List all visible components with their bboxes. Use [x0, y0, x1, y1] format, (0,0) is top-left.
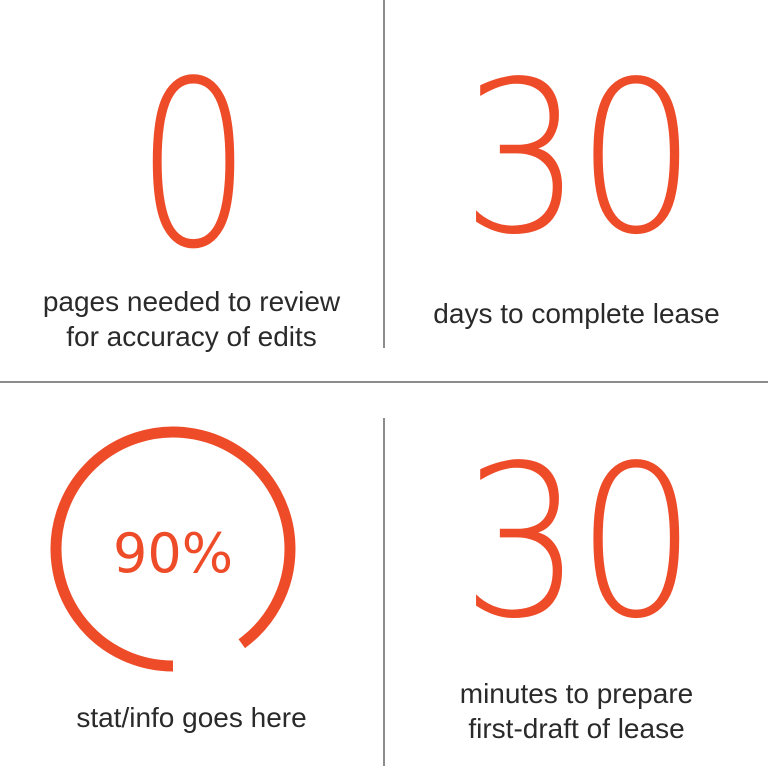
stat-4-caption-line-2: first-draft of lease [468, 713, 685, 744]
stat-1-caption-line-1: pages needed to review [42, 286, 341, 317]
horizontal-divider [0, 381, 768, 383]
stat-1-caption-line-2: for accuracy of edits [66, 321, 317, 352]
stat-4-caption: minutes to prepare first-draft of lease [385, 676, 768, 746]
stat-4-caption-line-1: minutes to prepare [459, 678, 694, 709]
stat-1-caption: pages needed to review for accuracy of e… [0, 284, 383, 354]
stat-2-caption: days to complete lease [385, 296, 768, 331]
stat-3-value: 90% [112, 522, 234, 585]
stat-2-value: 30 [461, 36, 697, 281]
stat-4-value: 30 [461, 420, 697, 665]
stat-1-value: 0 [136, 33, 251, 300]
stat-3-caption: stat/info goes here [0, 700, 383, 735]
stat-3-caption-line-1: stat/info goes here [76, 702, 307, 733]
stat-2-caption-line-1: days to complete lease [433, 298, 720, 329]
